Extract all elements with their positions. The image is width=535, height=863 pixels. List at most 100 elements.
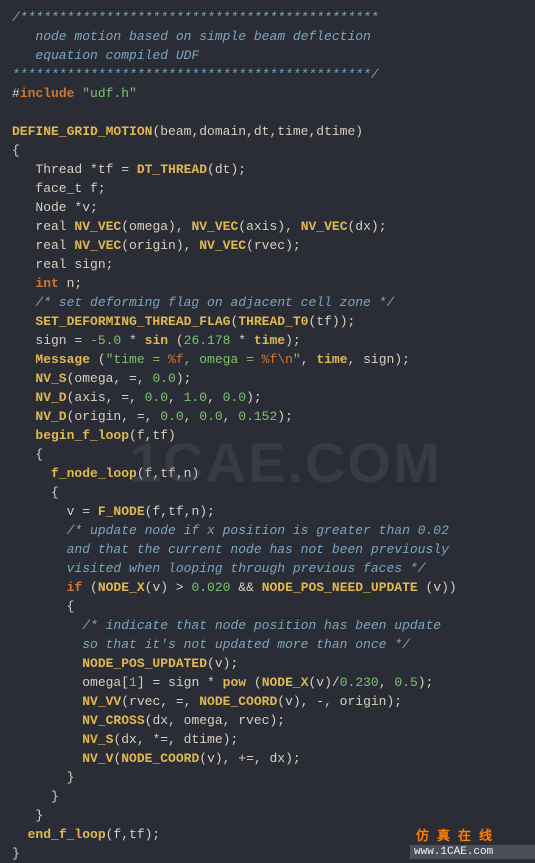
star: *	[121, 333, 144, 348]
star2: *	[230, 333, 253, 348]
nv-vv: NV_VV	[82, 694, 121, 709]
top-comment: /***************************************…	[12, 10, 379, 82]
define-grid-motion: DEFINE_GRID_MOTION	[12, 124, 152, 139]
hash: #	[12, 86, 20, 101]
cs5: ,	[379, 675, 395, 690]
real3: real sign;	[12, 257, 113, 272]
footer-brand: 仿真在线 www.1CAE.com	[410, 829, 535, 863]
and: &&	[230, 580, 261, 595]
zero1: 0.0	[152, 371, 175, 386]
omega-idx-b: ] = sign *	[137, 675, 223, 690]
thread-b: (dt);	[207, 162, 246, 177]
lbrace1: {	[12, 143, 20, 158]
real1c: (axis),	[238, 219, 300, 234]
v-eq: v =	[12, 504, 98, 519]
pow-c: );	[418, 675, 434, 690]
dt-thread: DT_THREAD	[137, 162, 207, 177]
neg5: -5.0	[90, 333, 121, 348]
msg-open: (	[90, 352, 106, 367]
nvs2: NV_S	[82, 732, 113, 747]
lbrace4: {	[67, 599, 75, 614]
cp2: );	[246, 390, 262, 405]
esc-f1: %f	[168, 352, 184, 367]
msg-str3: "	[293, 352, 301, 367]
source-code-block: /***************************************…	[0, 0, 535, 863]
msg-str2: , omega =	[184, 352, 262, 367]
esc-n: \n	[277, 352, 293, 367]
nvvec5: NV_VEC	[199, 238, 246, 253]
thread-t0: THREAD_T0	[238, 314, 308, 329]
node-x2: NODE_X	[262, 675, 309, 690]
real2a: real	[12, 238, 74, 253]
footer-url: www.1CAE.com	[410, 845, 535, 859]
zero3: 0.0	[223, 390, 246, 405]
v0230: 0.230	[340, 675, 379, 690]
sign-a: sign =	[12, 333, 90, 348]
f-node: F_NODE	[98, 504, 145, 519]
begin-f-loop: begin_f_loop	[35, 428, 129, 443]
node-pos-updated: NODE_POS_UPDATED	[82, 656, 207, 671]
nvs-args-a: (omega, =,	[67, 371, 153, 386]
npu-args: (v);	[207, 656, 238, 671]
f-node-args: (f,tf,n);	[145, 504, 215, 519]
nv-cross-args: (dx, omega, rvec);	[145, 713, 285, 728]
if-a: (	[82, 580, 98, 595]
nvvec1: NV_VEC	[74, 219, 121, 234]
message: Message	[35, 352, 90, 367]
node-coord1: NODE_COORD	[199, 694, 277, 709]
set-deform-tail: (tf));	[308, 314, 355, 329]
nv-vv-b: (v), -, origin);	[277, 694, 402, 709]
cp3: );	[277, 409, 293, 424]
esc-f2: %f	[262, 352, 278, 367]
nv-cross: NV_CROSS	[82, 713, 144, 728]
one1: 1.0	[184, 390, 207, 405]
node-pos-need: NODE_POS_NEED_UPDATE	[262, 580, 418, 595]
nvvec3: NV_VEC	[301, 219, 348, 234]
zero5: 0.0	[199, 409, 222, 424]
lbrace2: {	[35, 447, 43, 462]
if-b: (v) >	[145, 580, 192, 595]
node-x: NODE_X	[98, 580, 145, 595]
bfl-args: (f,tf)	[129, 428, 176, 443]
pow-b: (v)/	[309, 675, 340, 690]
face-decl: face_t f;	[12, 181, 106, 196]
zero4: 0.0	[160, 409, 183, 424]
v26: 26.178	[184, 333, 231, 348]
include-file: "udf.h"	[82, 86, 137, 101]
v0020: 0.020	[191, 580, 230, 595]
real2c: (rvec);	[246, 238, 301, 253]
nvd2: NV_D	[35, 409, 66, 424]
indicate-comment: /* indicate that node position has been …	[12, 618, 441, 652]
nvd-axis-a: (axis, =,	[67, 390, 145, 405]
dgm-args: (beam,domain,dt,time,dtime)	[152, 124, 363, 139]
zero2: 0.0	[145, 390, 168, 405]
v05: 0.5	[394, 675, 417, 690]
time-var: time	[254, 333, 285, 348]
efl-args: (f,tf);	[106, 827, 161, 842]
cs4: ,	[223, 409, 239, 424]
flag-comment: /* set deforming flag on adjacent cell z…	[35, 295, 394, 310]
node-decl: Node *v;	[12, 200, 98, 215]
node-coord2: NODE_COORD	[121, 751, 199, 766]
pow-a: (	[246, 675, 262, 690]
omega-idx-a: omega[	[12, 675, 129, 690]
v0152: 0.152	[238, 409, 277, 424]
if-c: (v))	[418, 580, 457, 595]
rbrace3: }	[35, 808, 43, 823]
nvvec4: NV_VEC	[74, 238, 121, 253]
real1a: real	[12, 219, 74, 234]
nvs2-args: (dx, *=, dtime);	[113, 732, 238, 747]
end-f-loop: end_f_loop	[28, 827, 106, 842]
rbrace2: }	[51, 789, 59, 804]
one-idx: 1	[129, 675, 137, 690]
msg-args: ,	[301, 352, 317, 367]
cs3: ,	[184, 409, 200, 424]
lbrace3: {	[51, 485, 59, 500]
sin-open: (	[168, 333, 184, 348]
code-viewer: /***************************************…	[0, 0, 535, 863]
real2b: (origin),	[121, 238, 199, 253]
msg-str1: "time =	[106, 352, 168, 367]
msg-sign: , sign);	[348, 352, 410, 367]
real1d: (dx);	[348, 219, 387, 234]
int-rest: n;	[59, 276, 82, 291]
